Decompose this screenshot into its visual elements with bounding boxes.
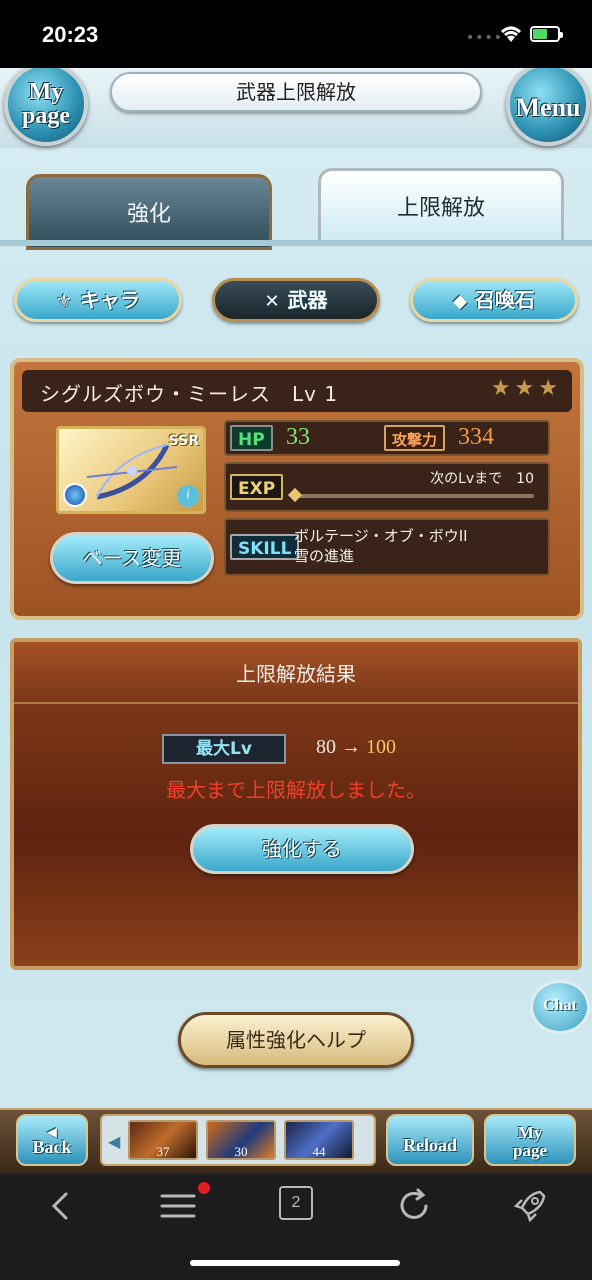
- header: 武器上限解放 My page Menu: [0, 68, 592, 148]
- tab-enhance[interactable]: 強化: [26, 174, 272, 250]
- level-change: 80 → 100: [316, 736, 396, 759]
- weapon-name-bar: シグルズボウ・ミーレス Lv 1 ★★★: [22, 370, 572, 412]
- quick-item[interactable]: 30: [206, 1120, 276, 1160]
- enhance-button[interactable]: 強化する: [190, 824, 414, 874]
- back-label: Back: [32, 1137, 72, 1157]
- sword-icon: ✕: [264, 291, 280, 312]
- back-icon[interactable]: [40, 1184, 84, 1228]
- skill-tag: SKILL: [230, 534, 300, 560]
- category-summon-button[interactable]: ◆ 召喚石: [410, 278, 578, 322]
- strip-left-arrow-icon[interactable]: ◀: [108, 1132, 120, 1151]
- atk-tag: 攻撃力: [384, 425, 446, 451]
- skill-list: ボルテージ・オブ・ボウII 雪の進進: [294, 526, 468, 566]
- weapon-name: シグルズボウ・ミーレス Lv 1: [40, 382, 339, 406]
- next-level-label: 次のLvまで 10: [430, 471, 534, 487]
- result-message: 最大まで上限解放しました。: [166, 778, 426, 802]
- result-title: 上限解放結果: [236, 662, 356, 686]
- quick-item[interactable]: 44: [284, 1120, 354, 1160]
- skill-name: ボルテージ・オブ・ボウII: [294, 527, 468, 545]
- atk-value: 334: [458, 424, 494, 450]
- result-header: 上限解放結果: [14, 642, 578, 704]
- back-button[interactable]: ◀ Back: [16, 1114, 88, 1166]
- rarity-badge: SSR: [168, 433, 199, 449]
- tab-uncap[interactable]: 上限解放: [318, 168, 564, 244]
- tab-bar: 強化 上限解放: [0, 168, 592, 250]
- info-icon[interactable]: i: [177, 485, 199, 507]
- base-change-button[interactable]: ベース変更: [50, 532, 214, 584]
- weapon-thumbnail[interactable]: SSR i: [56, 426, 206, 514]
- game-bottom-bar: ◀ Back ◀ 37 30 44 Reload My page: [0, 1108, 592, 1174]
- hp-value: 33: [286, 424, 310, 450]
- max-level-tag: 最大Lv: [162, 734, 286, 764]
- game-screen: 武器上限解放 My page Menu 強化 上限解放 ⚜ キャラ ✕ 武器 ◆ 召喚石…: [0, 68, 592, 1108]
- page-title: 武器上限解放: [236, 80, 356, 104]
- reload-button[interactable]: Reload: [386, 1114, 474, 1166]
- element-icon: [63, 483, 87, 507]
- element-help-button[interactable]: 属性強化ヘルプ: [178, 1012, 414, 1068]
- old-level: 80 →: [316, 736, 361, 758]
- weapon-panel: シグルズボウ・ミーレス Lv 1 ★★★ SSR i HP 33 攻撃力 334…: [10, 358, 584, 620]
- browser-toolbar: 2: [0, 1174, 592, 1280]
- quick-item-strip: ◀ 37 30 44: [100, 1114, 376, 1166]
- exp-marker: [287, 487, 303, 503]
- battery-icon: [530, 26, 563, 42]
- quick-item[interactable]: 37: [128, 1120, 198, 1160]
- chat-button[interactable]: Chat: [530, 980, 590, 1034]
- stats-row: HP 33 攻撃力 334: [224, 420, 550, 456]
- status-bar: 20:23 ••••: [0, 0, 592, 68]
- wifi-icon: [501, 26, 521, 42]
- exp-bar: [287, 487, 534, 503]
- category-weapon-button[interactable]: ✕ 武器: [212, 278, 380, 322]
- skill-name: 雪の進進: [294, 547, 355, 565]
- crystal-icon: ◆: [453, 291, 467, 312]
- hp-tag: HP: [230, 425, 273, 451]
- home-indicator: [190, 1260, 400, 1266]
- chara-icon: ⚜: [55, 291, 73, 312]
- bottom-mypage-button[interactable]: My page: [484, 1114, 576, 1166]
- exp-row: EXP 次のLvまで 10: [224, 462, 550, 512]
- clock: 20:23: [42, 22, 99, 47]
- mypage-button[interactable]: My page: [4, 68, 88, 146]
- menu-icon[interactable]: [156, 1184, 200, 1228]
- category-label: 召喚石: [474, 288, 535, 312]
- category-label: 武器: [287, 288, 328, 312]
- menu-button[interactable]: Menu: [506, 68, 590, 146]
- notification-dot: [198, 1182, 210, 1194]
- uncap-result-panel: 上限解放結果 最大Lv 80 → 100 最大まで上限解放しました。 強化する: [10, 638, 582, 970]
- tab-count-button[interactable]: 2: [279, 1186, 313, 1220]
- category-chara-button[interactable]: ⚜ キャラ: [14, 278, 182, 322]
- tab-divider: [0, 240, 592, 246]
- exp-tag: EXP: [230, 474, 284, 500]
- new-level: 100: [366, 736, 396, 758]
- skill-row: SKILL ボルテージ・オブ・ボウII 雪の進進: [224, 518, 550, 576]
- reload-icon[interactable]: [392, 1184, 436, 1228]
- rarity-stars: ★★★: [490, 376, 562, 401]
- rocket-icon[interactable]: [508, 1184, 552, 1228]
- category-label: キャラ: [80, 288, 141, 312]
